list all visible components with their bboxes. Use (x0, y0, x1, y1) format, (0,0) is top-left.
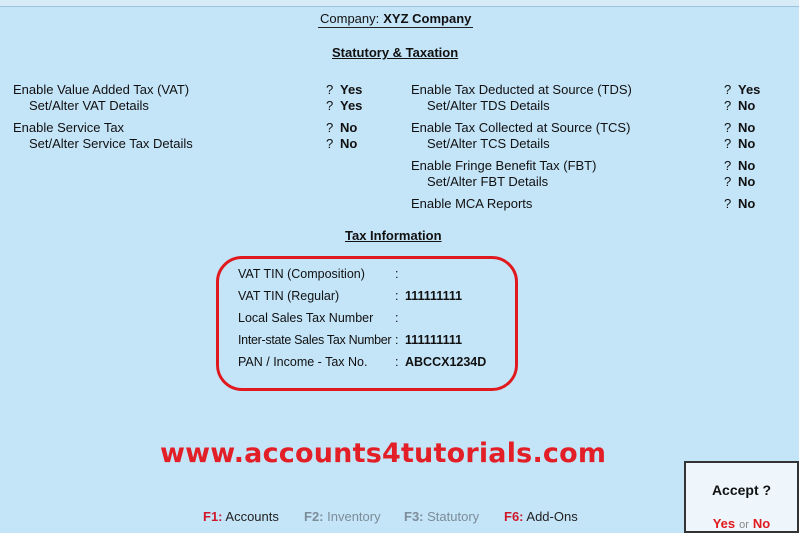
option-q: ? (724, 158, 732, 173)
option-label: Set/Alter VAT Details (29, 98, 149, 113)
option-q: ? (724, 120, 732, 135)
footer-item-inventory[interactable]: F2: Inventory (304, 509, 381, 524)
option-label: Set/Alter Service Tax Details (29, 136, 193, 151)
footer-key: F6: (504, 509, 524, 524)
option-label: Enable Value Added Tax (VAT) (13, 82, 190, 97)
accept-yes-button[interactable]: Yes (713, 516, 735, 531)
option-value[interactable]: Yes (340, 82, 362, 97)
option-q: ? (326, 98, 334, 113)
footer-label: Statutory (427, 509, 480, 524)
option-value[interactable]: No (738, 196, 755, 211)
tax-field-label: Local Sales Tax Number (238, 311, 374, 325)
option-value[interactable]: No (738, 158, 755, 173)
company-name: XYZ Company (383, 11, 472, 26)
footer-label: Add-Ons (526, 509, 578, 524)
footer-key: F3: (404, 509, 424, 524)
option-label: Set/Alter FBT Details (427, 174, 549, 189)
accept-no-button[interactable]: No (753, 516, 770, 531)
tax-field-colon: : (395, 333, 399, 347)
accept-dialog: Accept ? Yes or No (684, 461, 799, 533)
accept-or-text: or (739, 519, 749, 531)
tax-field-label: VAT TIN (Regular) (238, 289, 340, 303)
tax-info-heading: Tax Information (345, 228, 442, 243)
option-value[interactable]: Yes (738, 82, 760, 97)
option-q: ? (724, 196, 732, 211)
footer-label: Accounts (225, 509, 279, 524)
option-q: ? (326, 136, 334, 151)
option-value[interactable]: No (340, 120, 357, 135)
option-label: Enable Service Tax (13, 120, 125, 135)
top-strip (0, 0, 799, 7)
option-q: ? (724, 174, 732, 189)
option-q: ? (326, 120, 334, 135)
option-q: ? (724, 98, 732, 113)
tax-field-colon: : (395, 311, 399, 325)
statutory-heading: Statutory & Taxation (332, 45, 459, 60)
footer-item-add-ons[interactable]: F6: Add-Ons (504, 509, 578, 524)
footer-item-accounts[interactable]: F1: Accounts (203, 509, 279, 524)
tax-field-value[interactable]: 111111111 (405, 333, 462, 347)
accept-options: Yes or No (686, 516, 797, 531)
option-value[interactable]: No (738, 174, 755, 189)
option-value[interactable]: No (340, 136, 357, 151)
option-label: Set/Alter TDS Details (427, 98, 550, 113)
tax-field-label: VAT TIN (Composition) (238, 267, 365, 281)
option-value[interactable]: No (738, 120, 755, 135)
option-q: ? (724, 82, 732, 97)
option-value[interactable]: Yes (340, 98, 362, 113)
tax-field-label: Inter-state Sales Tax Number (238, 333, 392, 347)
option-value[interactable]: No (738, 98, 755, 113)
option-q: ? (724, 136, 732, 151)
tax-field-colon: : (395, 267, 399, 281)
footer-item-statutory[interactable]: F3: Statutory (404, 509, 479, 524)
option-label: Enable Fringe Benefit Tax (FBT) (411, 158, 597, 173)
tax-field-colon: : (395, 355, 399, 369)
tax-field-value[interactable]: 111111111 (405, 289, 462, 303)
tax-field-colon: : (395, 289, 399, 303)
tax-field-label: PAN / Income - Tax No. (238, 355, 368, 369)
footer-label: Inventory (327, 509, 381, 524)
option-value[interactable]: No (738, 136, 755, 151)
option-label: Enable Tax Deducted at Source (TDS) (411, 82, 632, 97)
option-label: Set/Alter TCS Details (427, 136, 550, 151)
company-header: Company: XYZ Company (318, 11, 474, 28)
accept-title: Accept ? (711, 482, 772, 498)
footer-key: F2: (304, 509, 324, 524)
watermark-text: www.accounts4tutorials.com (160, 438, 607, 469)
tax-field-value[interactable]: ABCCX1234D (405, 355, 486, 369)
option-label: Enable Tax Collected at Source (TCS) (411, 120, 631, 135)
option-q: ? (326, 82, 334, 97)
option-label: Enable MCA Reports (411, 196, 533, 211)
company-label: Company: (320, 11, 380, 26)
footer-key: F1: (203, 509, 223, 524)
